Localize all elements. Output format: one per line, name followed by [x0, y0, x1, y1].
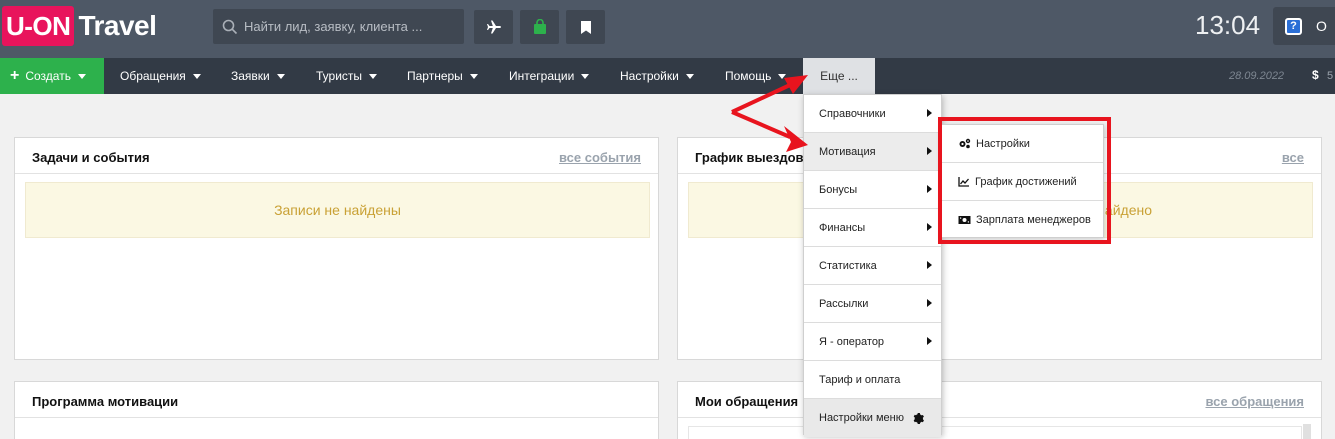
chevron-down-icon: [685, 73, 694, 79]
logo-mark: U-ON: [2, 6, 75, 46]
menu-item-motivation[interactable]: Мотивация: [804, 133, 941, 171]
nav-item-help[interactable]: Помощь: [725, 58, 787, 94]
more-dropdown: Справочники Мотивация Бонусы Финансы Ста…: [803, 94, 942, 437]
create-button[interactable]: + Создать: [0, 58, 104, 94]
menu-item-label: Тариф и оплата: [819, 373, 901, 386]
nav-item-label: Партнеры: [407, 69, 463, 83]
caret-right-icon: [927, 109, 932, 117]
menu-item-label: Бонусы: [819, 183, 858, 196]
all-schedule-link[interactable]: все: [1282, 150, 1304, 165]
nav-item-more[interactable]: Еще ...: [803, 58, 875, 94]
plane-icon: [486, 20, 501, 34]
menu-item-label: Я - оператор: [819, 335, 885, 348]
menu-item-label: Мотивация: [819, 145, 876, 158]
panel-header: Задачи и события все события: [15, 138, 658, 174]
menu-item-tariff[interactable]: Тариф и оплата: [804, 361, 941, 399]
chevron-down-icon: [469, 73, 478, 79]
user-name-partial: O: [1316, 18, 1327, 34]
menu-item-label: Рассылки: [819, 297, 869, 310]
caret-right-icon: [927, 337, 932, 345]
panel-title: График выездов: [695, 150, 804, 165]
chevron-down-icon: [778, 73, 787, 79]
caret-right-icon: [927, 223, 932, 231]
all-requests-link[interactable]: все обращения: [1205, 394, 1304, 409]
chevron-down-icon: [192, 73, 201, 79]
caret-right-icon: [927, 299, 932, 307]
bookmark-icon: [580, 20, 591, 34]
bookmarks-button[interactable]: [566, 10, 605, 44]
menu-item-finance[interactable]: Финансы: [804, 209, 941, 247]
nav-item-settings[interactable]: Настройки: [620, 58, 694, 94]
create-label: Создать: [25, 69, 71, 83]
panel-header: Программа мотивации: [15, 382, 658, 418]
menu-item-bonuses[interactable]: Бонусы: [804, 171, 941, 209]
chevron-down-icon: [77, 73, 86, 79]
panel-title: Задачи и события: [32, 150, 150, 165]
nav-item-label: Помощь: [725, 69, 772, 83]
menu-item-label: Статистика: [819, 259, 877, 272]
chevron-down-icon: [369, 73, 378, 79]
menu-item-mailings[interactable]: Рассылки: [804, 285, 941, 323]
tasks-panel: Задачи и события все события Записи не н…: [14, 137, 659, 360]
chevron-down-icon: [581, 73, 590, 79]
tours-button[interactable]: [520, 10, 559, 44]
menu-settings-button[interactable]: Настройки меню: [804, 399, 941, 437]
caret-right-icon: [927, 185, 932, 193]
nav-item-orders[interactable]: Заявки: [231, 58, 285, 94]
caret-right-icon: [927, 261, 932, 269]
nav-item-label: Обращения: [120, 69, 186, 83]
chevron-down-icon: [276, 73, 285, 79]
annotation-highlight-box: [938, 117, 1111, 244]
currency-rate-partial: 5: [1327, 70, 1334, 82]
panel-title: Мои обращения: [695, 394, 799, 409]
panel-header: Мои обращения все обращения: [678, 382, 1321, 418]
requests-table: [688, 426, 1302, 439]
search-input[interactable]: [244, 19, 459, 34]
menu-item-statistics[interactable]: Статистика: [804, 247, 941, 285]
menu-item-operator[interactable]: Я - оператор: [804, 323, 941, 361]
nav-item-label: Настройки: [620, 69, 679, 83]
currency-icon[interactable]: $: [1312, 68, 1319, 82]
nav-item-integrations[interactable]: Интеграции: [509, 58, 590, 94]
my-requests-panel: Мои обращения все обращения: [677, 381, 1322, 439]
nav-item-tourists[interactable]: Туристы: [316, 58, 378, 94]
caret-right-icon: [927, 147, 932, 155]
scrollbar[interactable]: [1303, 424, 1311, 439]
nav-item-label: Интеграции: [509, 69, 575, 83]
main-nav: + Создать Обращения Заявки Туристы Партн…: [0, 58, 1335, 94]
current-date: 28.09.2022: [1229, 70, 1285, 82]
help-icon[interactable]: ?: [1285, 17, 1302, 35]
all-events-link[interactable]: все события: [559, 150, 641, 165]
search-box[interactable]: [213, 9, 464, 44]
motivation-panel: Программа мотивации: [14, 381, 659, 439]
gear-icon: [913, 412, 924, 424]
nav-item-partners[interactable]: Партнеры: [407, 58, 478, 94]
search-icon: [222, 19, 238, 34]
plus-icon: +: [10, 67, 20, 84]
flights-button[interactable]: [474, 10, 513, 44]
clock: 13:04: [1195, 10, 1261, 40]
top-header: U-ON Travel 13:04 ? O: [0, 0, 1335, 58]
nav-item-label: Заявки: [231, 69, 270, 83]
user-menu[interactable]: ? O: [1273, 7, 1335, 45]
panel-title: Программа мотивации: [32, 394, 179, 409]
nav-item-requests[interactable]: Обращения: [120, 58, 201, 94]
menu-item-label: Справочники: [819, 107, 886, 120]
empty-state: Записи не найдены: [25, 182, 650, 238]
bag-icon: [533, 19, 546, 34]
menu-item-label: Настройки меню: [819, 412, 904, 424]
menu-item-directories[interactable]: Справочники: [804, 95, 941, 133]
logo[interactable]: U-ON Travel: [2, 6, 157, 46]
menu-item-label: Финансы: [819, 221, 866, 234]
nav-item-label: Туристы: [316, 69, 363, 83]
logo-text: Travel: [78, 10, 157, 41]
